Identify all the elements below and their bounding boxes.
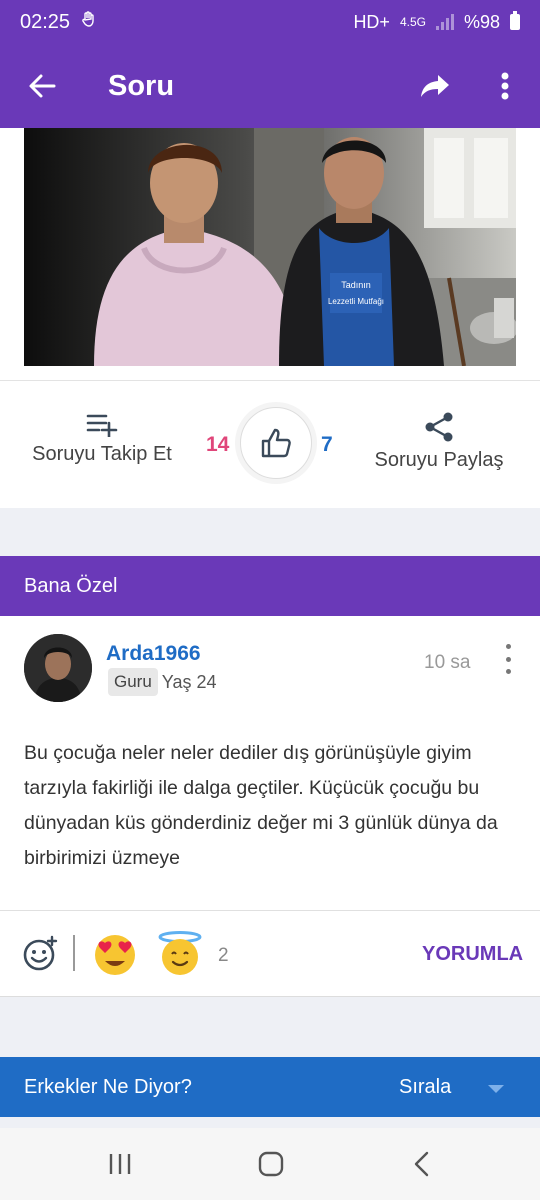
hand-icon (80, 10, 98, 34)
comment-time: 10 sa (424, 652, 471, 673)
user-age: Yaş 24 (161, 671, 217, 692)
app-bar: Soru (0, 44, 540, 128)
recent-apps-button[interactable] (100, 1146, 140, 1182)
system-nav-bar (0, 1128, 540, 1200)
share-forward-icon (421, 75, 449, 97)
recent-apps-icon (109, 1154, 131, 1174)
dislike-count: 7 (321, 433, 333, 456)
avatar[interactable] (24, 634, 92, 702)
comment-card: Arda1966 Guru Yaş 24 10 sa Bu çocuğa nel… (0, 616, 540, 997)
chevron-down-icon[interactable] (488, 1085, 504, 1093)
share-icon (425, 412, 453, 442)
question-photo[interactable]: Tadının Lezzetli Mutfağı (24, 128, 516, 366)
user-meta: Guru Yaş 24 (108, 668, 217, 696)
men-opinion-title: Erkekler Ne Diyor? (24, 1076, 192, 1098)
like-count: 14 (206, 433, 230, 456)
comment-text: Bu çocuğa neler neler dediler dış görünü… (24, 742, 498, 869)
angel-emoji-icon[interactable] (154, 931, 206, 982)
share-button[interactable] (400, 44, 470, 128)
reaction-divider (73, 935, 75, 971)
comment-username[interactable]: Arda1966 (106, 642, 201, 666)
more-vertical-icon (501, 72, 509, 100)
network-type: 4.5G (399, 15, 426, 29)
follow-question-label: Soruyu Takip Et (32, 443, 172, 465)
chevron-left-icon (414, 1151, 429, 1177)
question-action-row: Soruyu Takip Et 14 7 Soruyu Paylaş (0, 380, 540, 508)
status-time: 02:25 (20, 10, 71, 33)
status-bar: 02:25 HD+ 4.5G %98 (0, 0, 540, 44)
share-question-button[interactable]: Soruyu Paylaş (370, 411, 508, 472)
share-question-label: Soruyu Paylaş (374, 449, 504, 471)
section-title: Bana Özel (24, 574, 118, 597)
playlist-add-icon (86, 414, 118, 437)
add-reaction-button[interactable] (22, 935, 58, 976)
reply-comment-button[interactable]: YORUMLA (422, 943, 523, 966)
heart-eyes-emoji-icon[interactable] (92, 931, 138, 982)
section-header-bana-ozel: Bana Özel (0, 556, 540, 616)
like-button[interactable] (240, 407, 312, 479)
reaction-count: 2 (218, 945, 229, 966)
thumbs-up-icon (261, 428, 291, 458)
back-button[interactable] (0, 44, 84, 128)
more-button[interactable] (470, 44, 540, 128)
men-opinion-header: Erkekler Ne Diyor? Sırala (0, 1057, 540, 1117)
comment-more-icon[interactable] (498, 644, 518, 674)
battery-level: %98 (463, 11, 500, 32)
home-button[interactable] (251, 1146, 291, 1182)
battery-icon (510, 11, 520, 30)
back-nav-button[interactable] (402, 1146, 442, 1182)
home-icon (258, 1151, 284, 1177)
sort-button[interactable]: Sırala (399, 1076, 451, 1099)
question-image-card: Tadının Lezzetli Mutfağı (0, 128, 540, 380)
page-title: Soru (108, 69, 175, 102)
user-level-badge: Guru (108, 668, 158, 696)
apron-text-line1: Tadının (341, 280, 371, 290)
reaction-row: 2 YORUMLA (0, 910, 540, 997)
arrow-left-icon (29, 74, 56, 98)
signal-icon (435, 14, 454, 30)
hd-label: HD+ (353, 11, 390, 32)
follow-question-button[interactable]: Soruyu Takip Et (28, 411, 176, 466)
add-emoji-icon (23, 935, 58, 971)
apron-text-line2: Lezzetli Mutfağı (328, 297, 384, 306)
